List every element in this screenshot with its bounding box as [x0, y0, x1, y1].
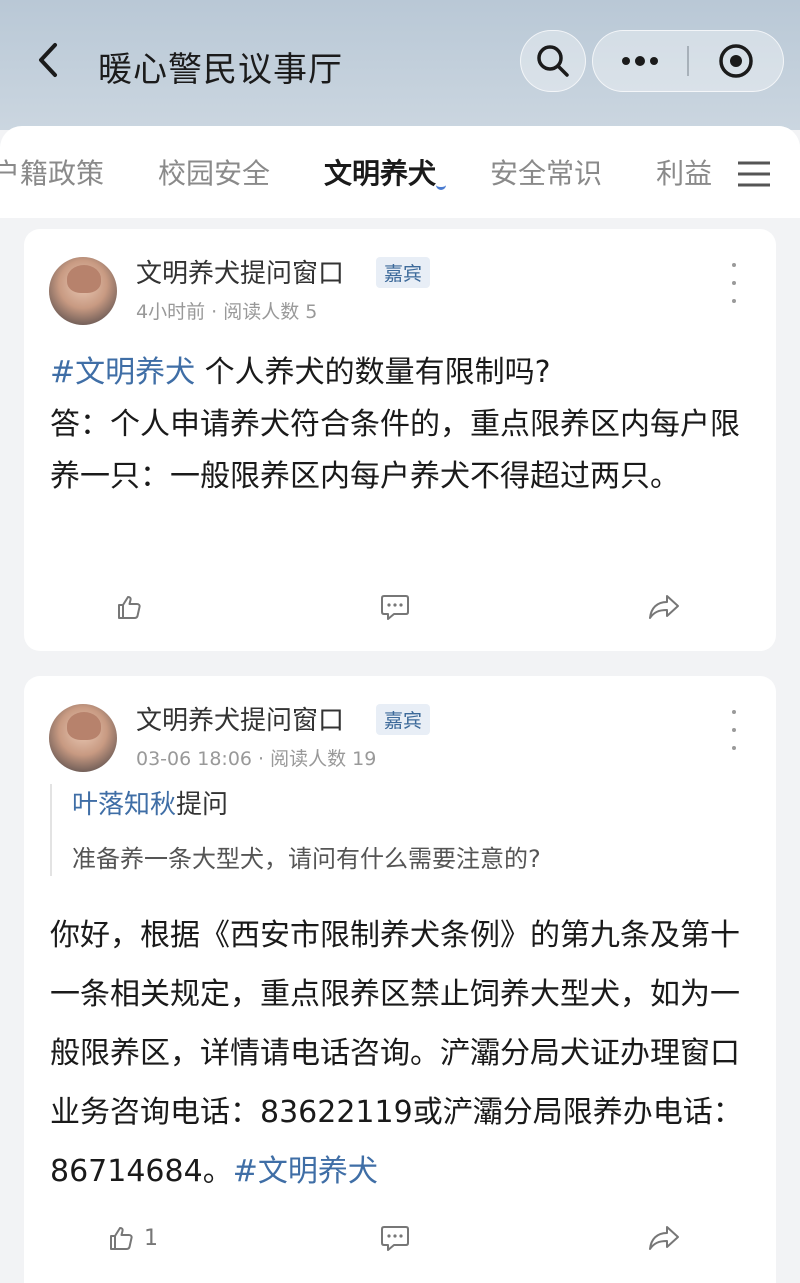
comment-icon	[381, 1226, 409, 1251]
hashtag-link[interactable]: #文明养犬	[50, 355, 195, 390]
comment-button[interactable]	[380, 1218, 410, 1258]
tab-interests[interactable]: 利益	[656, 152, 712, 192]
tabs-menu-button[interactable]	[726, 154, 782, 194]
comment-icon	[381, 595, 409, 620]
share-button[interactable]	[648, 1218, 680, 1258]
page-title: 暖心警民议事厅	[98, 50, 343, 90]
like-button[interactable]: 1	[108, 1218, 158, 1258]
more-button[interactable]	[593, 31, 687, 91]
avatar[interactable]	[49, 257, 117, 325]
more-dots-icon	[622, 56, 659, 66]
author-name[interactable]: 文明养犬提问窗口	[136, 700, 344, 737]
post-card[interactable]: 文明养犬提问窗口 嘉宾 4小时前 · 阅读人数 5 #文明养犬 个人养犬的数量有…	[24, 229, 776, 651]
search-icon	[537, 45, 569, 77]
post-options-button[interactable]	[722, 710, 746, 750]
category-tabs: 户籍政策 校园安全 文明养犬 安全常识 利益	[0, 126, 800, 218]
avatar[interactable]	[49, 704, 117, 772]
guest-badge: 嘉宾	[376, 257, 431, 288]
tab-list: 户籍政策 校园安全 文明养犬 安全常识 利益	[0, 152, 766, 192]
post-question: 个人养犬的数量有限制吗?	[195, 355, 551, 390]
share-icon	[649, 1226, 679, 1250]
hashtag-link[interactable]: #文明养犬	[233, 1154, 378, 1189]
hamburger-menu-icon	[738, 161, 770, 187]
share-button[interactable]	[648, 587, 680, 627]
post-answer: 你好，根据《西安市限制养犬条例》的第九条及第十一条相关规定，重点限养区禁止饲养大…	[50, 918, 743, 1189]
asked-question: 准备养一条大型犬，请问有什么需要注意的?	[72, 845, 541, 873]
post-card[interactable]: 文明养犬提问窗口 嘉宾 03-06 18:06 · 阅读人数 19 叶落知秋提问…	[24, 676, 776, 1283]
like-button[interactable]	[116, 587, 142, 627]
tab-safety-knowledge[interactable]: 安全常识	[490, 152, 602, 192]
like-count: 1	[144, 1225, 158, 1251]
post-options-button[interactable]	[722, 263, 746, 303]
post-meta: 4小时前 · 阅读人数 5	[136, 301, 318, 323]
quoted-question: 叶落知秋提问 准备养一条大型犬，请问有什么需要注意的?	[50, 784, 740, 876]
tab-campus-safety[interactable]: 校园安全	[158, 152, 270, 192]
post-body: #文明养犬 个人养犬的数量有限制吗? 答：个人申请养犬符合条件的，重点限养区内每…	[50, 347, 760, 503]
target-circle-icon	[719, 44, 753, 78]
post-body: 你好，根据《西安市限制养犬条例》的第九条及第十一条相关规定，重点限养区禁止饲养大…	[50, 906, 760, 1201]
post-answer: 答：个人申请养犬符合条件的，重点限养区内每户限养一只：一般限养区内每户养犬不得超…	[50, 407, 740, 494]
thumbs-up-icon	[118, 596, 141, 619]
tab-civilized-dog-keeping[interactable]: 文明养犬	[324, 152, 447, 192]
guest-badge: 嘉宾	[376, 704, 431, 735]
tab-label: 文明养犬	[324, 157, 437, 190]
close-mini-program-button[interactable]	[689, 31, 783, 91]
post-meta: 03-06 18:06 · 阅读人数 19	[136, 748, 377, 770]
tab-household-policy[interactable]: 户籍政策	[0, 152, 104, 192]
thumbs-up-icon	[110, 1227, 133, 1250]
back-button[interactable]	[30, 38, 66, 82]
author-name[interactable]: 文明养犬提问窗口	[136, 253, 344, 290]
mini-program-capsule	[592, 30, 784, 92]
app-header: 暖心警民议事厅	[0, 0, 800, 130]
search-button[interactable]	[520, 30, 586, 92]
chevron-left-icon	[39, 43, 57, 77]
active-tab-indicator	[436, 184, 447, 190]
share-icon	[649, 595, 679, 619]
asker-line: 叶落知秋提问	[72, 784, 740, 821]
asker-name[interactable]: 叶落知秋	[72, 790, 176, 820]
comment-button[interactable]	[380, 587, 410, 627]
asker-suffix: 提问	[176, 790, 229, 820]
